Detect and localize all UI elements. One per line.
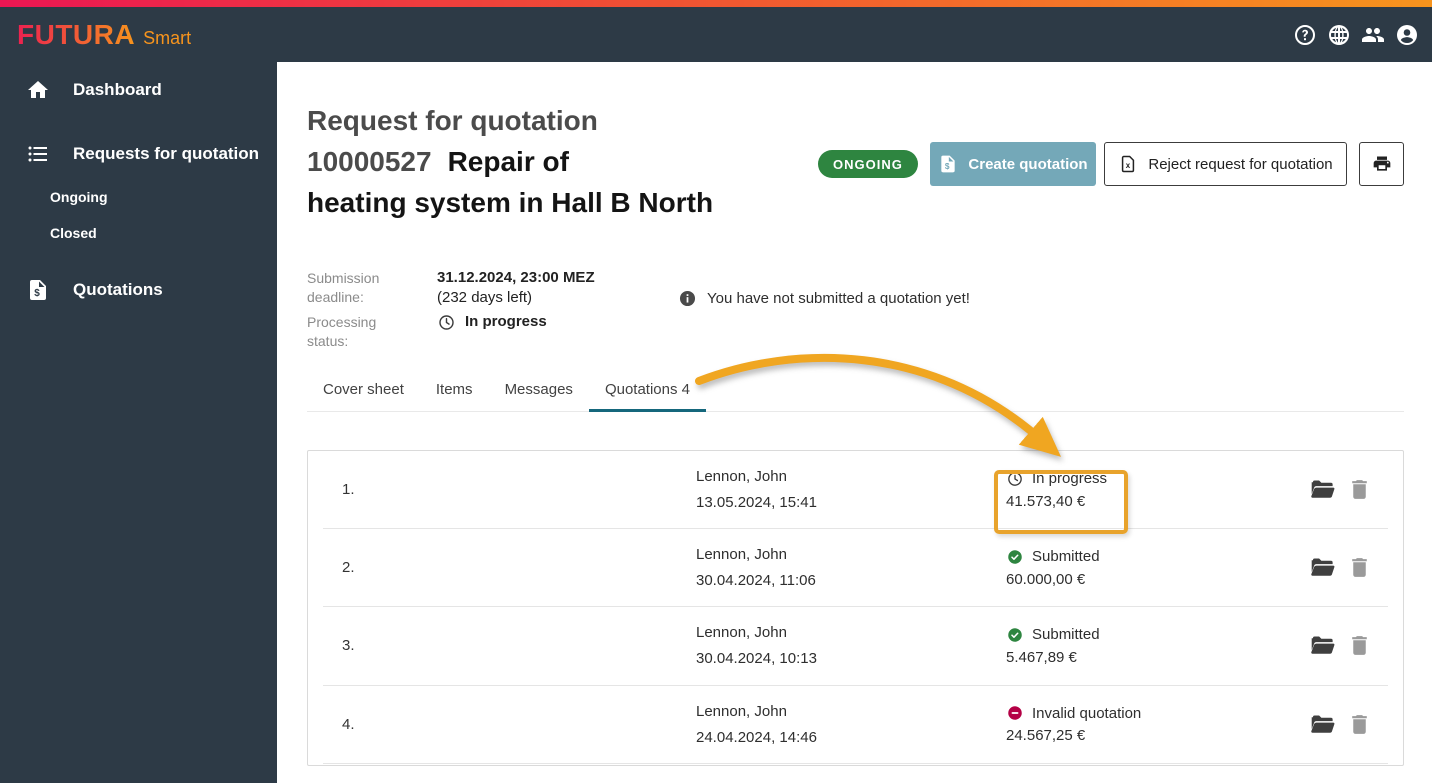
row-author-cell: Lennon, John 24.04.2024, 14:46 [696,703,1006,746]
check-circle-icon [1008,550,1022,564]
submission-deadline-value: 31.12.2024, 23:00 MEZ (232 days left) [437,269,595,306]
clock-icon [1008,471,1022,486]
row-date: 30.04.2024, 10:13 [696,650,817,668]
quote-document-icon: $ [30,280,46,300]
tab-cover-sheet[interactable]: Cover sheet [307,372,420,411]
svg-text:$: $ [945,161,950,171]
home-icon [28,81,48,98]
submission-deadline-label: Submission deadline: [307,270,380,305]
row-amount: 41.573,40 € [1006,492,1086,510]
trash-icon[interactable] [1347,633,1372,658]
row-index: 1. [342,481,355,499]
row-actions [1309,711,1388,738]
quotations-card: 1. Lennon, John 13.05.2024, 15:41 In pro… [307,450,1404,766]
main-content: Request for quotation 10000527 Repair of … [277,62,1432,783]
info-icon [679,290,696,307]
row-actions [1309,554,1388,581]
top-accent-stripe [0,0,1432,7]
tab-messages[interactable]: Messages [489,372,589,411]
minus-circle-icon [1008,706,1022,720]
reject-document-icon: x [1122,155,1135,173]
sidebar-item-label: Requests for quotation [73,144,260,163]
trash-icon[interactable] [1347,555,1372,580]
print-icon [1373,156,1390,171]
quotation-row-2: 2. Lennon, John 30.04.2024, 11:06 Submit… [323,529,1388,608]
help-icon[interactable] [1293,23,1317,47]
sidebar-item-quotations[interactable]: $ Quotations [0,265,277,315]
quotation-row-1: 1. Lennon, John 13.05.2024, 15:41 In pro… [323,451,1388,530]
header-icon-group [1293,23,1419,47]
brand-name: FUTURA [17,18,136,50]
row-index: 4. [342,715,355,733]
row-status-cell: Submitted 5.467,89 € [1006,626,1306,666]
trash-icon[interactable] [1347,477,1372,502]
create-quotation-button[interactable]: $ Create quotation [930,142,1096,186]
row-status: Invalid quotation [1032,704,1142,722]
list-icon [28,146,47,162]
tab-quotations[interactable]: Quotations 4 [588,372,707,412]
sidebar: Dashboard Requests for quotation Ongoing… [0,62,277,783]
info-message: You have not submitted a quotation yet! [678,289,970,308]
page-title-text: Request for quotation [307,105,598,136]
open-folder-icon[interactable] [1309,711,1336,738]
svg-text:x: x [1126,161,1131,170]
reject-request-button[interactable]: x Reject request for quotation [1104,142,1347,186]
globe-icon[interactable] [1327,23,1351,47]
row-amount: 60.000,00 € [1006,570,1086,588]
open-folder-icon[interactable] [1309,632,1336,659]
row-index: 3. [342,637,355,655]
clock-icon [439,314,454,330]
quotation-row-3: 3. Lennon, John 30.04.2024, 10:13 Submit… [323,607,1388,686]
account-icon[interactable] [1395,23,1419,47]
brand-logo: FUTURA Smart [17,19,191,51]
row-index: 2. [342,559,355,577]
page-title: Request for quotation 10000527 Repair of … [307,100,767,223]
open-folder-icon[interactable] [1309,554,1336,581]
sidebar-item-closed[interactable]: Closed [0,215,277,251]
page-title-number: 10000527 [307,146,432,177]
row-date: 13.05.2024, 15:41 [696,494,817,512]
row-status-cell: In progress 41.573,40 € [1006,470,1306,510]
row-actions [1309,632,1388,659]
row-author: Lennon, John [696,702,787,720]
sidebar-item-ongoing[interactable]: Ongoing [0,179,277,215]
sidebar-item-label: Quotations [73,280,163,299]
row-author: Lennon, John [696,546,787,564]
row-status: Submitted [1032,626,1100,644]
sidebar-item-label: Dashboard [73,80,162,99]
tab-items[interactable]: Items [420,372,489,411]
row-amount: 24.567,25 € [1006,727,1086,745]
sidebar-item-dashboard[interactable]: Dashboard [0,65,277,115]
tab-bar: Cover sheet Items Messages Quotations 4 [307,372,1404,412]
trash-icon[interactable] [1347,712,1372,737]
page-title-subject-line2: heating system in Hall B North [307,187,714,218]
svg-text:$: $ [34,288,40,299]
page-title-subject-line1: Repair of [447,146,569,177]
row-author-cell: Lennon, John 30.04.2024, 10:13 [696,624,1006,667]
print-button[interactable] [1359,142,1404,186]
quote-document-icon: $ [941,155,956,173]
row-amount: 5.467,89 € [1006,648,1077,666]
row-author-cell: Lennon, John 30.04.2024, 11:06 [696,546,1006,589]
status-badge: ONGOING [818,150,918,178]
app-header: FUTURA Smart [0,7,1432,62]
row-author: Lennon, John [696,468,787,486]
sidebar-item-requests[interactable]: Requests for quotation [0,129,277,179]
row-date: 30.04.2024, 11:06 [696,572,816,590]
open-folder-icon[interactable] [1309,476,1336,503]
row-actions [1309,476,1388,503]
processing-status-value: In progress [437,312,547,332]
row-author: Lennon, John [696,624,787,642]
processing-status-label: Processing status: [307,314,377,349]
row-author-cell: Lennon, John 13.05.2024, 15:41 [696,468,1006,511]
row-status: Submitted [1032,548,1100,566]
row-date: 24.04.2024, 14:46 [696,728,817,746]
row-status-cell: Invalid quotation 24.567,25 € [1006,704,1306,745]
row-status-cell: Submitted 60.000,00 € [1006,548,1306,588]
brand-suffix: Smart [143,27,192,48]
row-status: In progress [1032,470,1108,488]
quotation-row-4: 4. Lennon, John 24.04.2024, 14:46 Invali… [323,686,1388,764]
check-circle-icon [1008,628,1022,642]
users-icon[interactable] [1361,23,1385,47]
